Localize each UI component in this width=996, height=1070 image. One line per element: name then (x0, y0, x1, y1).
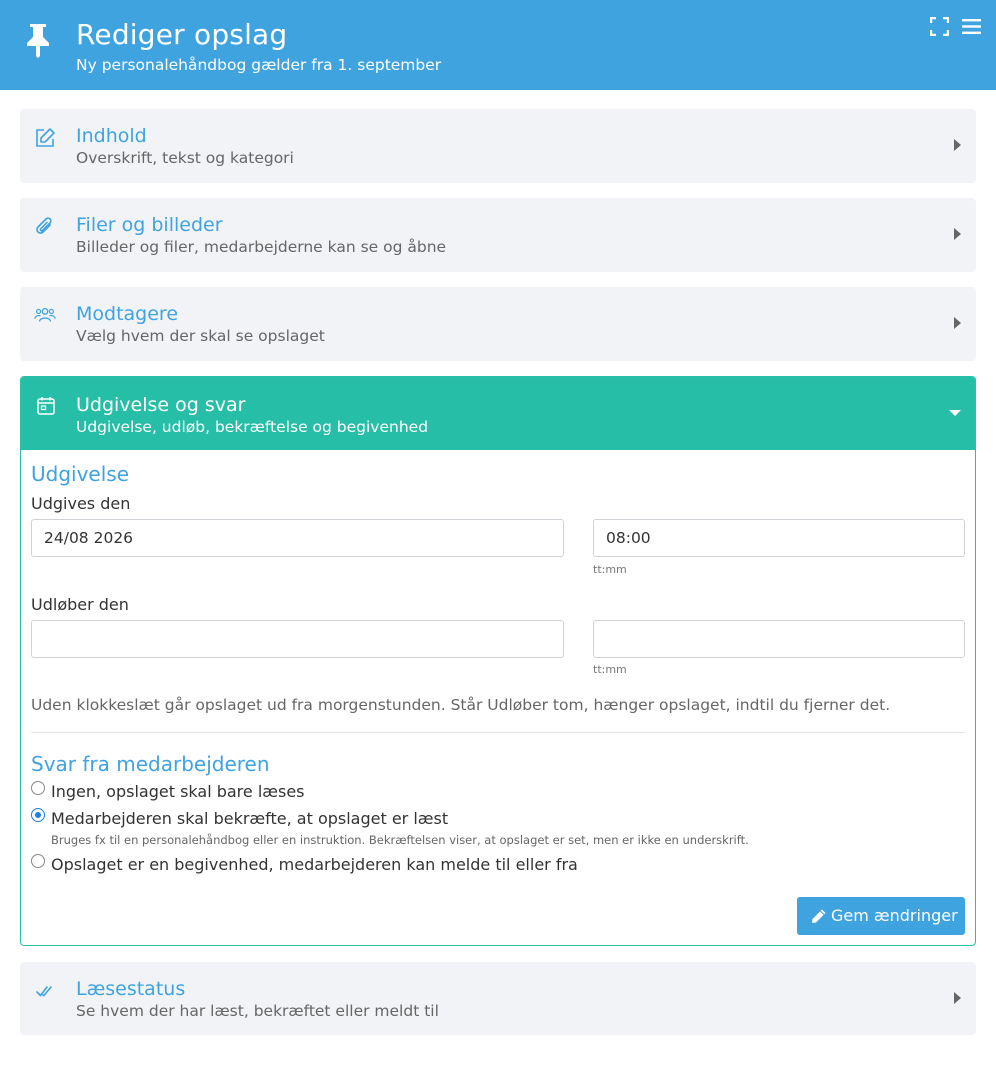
publish-date-input[interactable]: 24/08 2026 (31, 519, 564, 557)
expire-time-input[interactable] (593, 620, 965, 658)
expire-date-input[interactable] (31, 620, 564, 658)
expand-icon[interactable] (930, 17, 949, 36)
section-subtitle: Vælg hvem der skal se opslaget (76, 327, 325, 345)
section-title: Indhold (76, 125, 147, 147)
caret-down-icon (949, 410, 961, 416)
section-readstatus[interactable]: Læsestatus Se hvem der har læst, bekræft… (20, 962, 976, 1035)
radio-confirm[interactable] (31, 808, 45, 822)
publish-note: Uden klokkeslæt går opslaget ud fra morg… (31, 696, 891, 714)
paperclip-icon (36, 217, 52, 234)
save-button[interactable]: Gem ændringer (797, 897, 965, 935)
users-icon (34, 308, 56, 322)
radio-confirm-label[interactable]: Medarbejderen skal bekræfte, at opslaget… (51, 809, 448, 828)
caret-right-icon (954, 228, 961, 240)
pencil-icon (812, 909, 826, 923)
publish-time-hint: tt:mm (593, 563, 627, 576)
divider (31, 732, 965, 733)
radio-none[interactable] (31, 781, 45, 795)
calendar-icon (37, 397, 55, 415)
radio-confirm-help: Bruges fx til en personalehåndbog eller … (51, 833, 749, 847)
section-title: Udgivelse og svar (76, 394, 246, 416)
double-check-icon (36, 986, 52, 997)
section-title: Filer og billeder (76, 214, 223, 236)
response-heading: Svar fra medarbejderen (31, 752, 270, 776)
pencil-square-icon (36, 128, 55, 147)
expire-time-hint: tt:mm (593, 663, 627, 676)
caret-right-icon (954, 139, 961, 151)
section-title: Modtagere (76, 303, 179, 325)
section-content[interactable]: Indhold Overskrift, tekst og kategori (20, 109, 976, 183)
section-recipients[interactable]: Modtagere Vælg hvem der skal se opslaget (20, 287, 976, 361)
caret-right-icon (954, 317, 961, 329)
section-publish-header[interactable]: Udgivelse og svar Udgivelse, udløb, bekr… (21, 377, 975, 450)
radio-event-label[interactable]: Opslaget er en begivenhed, medarbejderen… (51, 855, 578, 874)
publish-time-input[interactable]: 08:00 (593, 519, 965, 557)
section-title: Læsestatus (76, 978, 186, 1000)
expire-date-label: Udløber den (31, 595, 129, 614)
pushpin-icon (27, 24, 49, 58)
radio-event[interactable] (31, 854, 45, 868)
section-files[interactable]: Filer og billeder Billeder og filer, med… (20, 198, 976, 272)
section-publish: Udgivelse og svar Udgivelse, udløb, bekr… (20, 376, 976, 946)
save-button-label: Gem ændringer (831, 906, 958, 925)
app-header: Rediger opslag Ny personalehåndbog gælde… (0, 0, 996, 90)
section-subtitle: Se hvem der har læst, bekræftet eller me… (76, 1002, 439, 1020)
page-subtitle: Ny personalehåndbog gælder fra 1. septem… (76, 56, 442, 74)
publish-heading: Udgivelse (31, 462, 130, 486)
radio-none-label[interactable]: Ingen, opslaget skal bare læses (51, 782, 305, 801)
section-subtitle: Overskrift, tekst og kategori (76, 149, 294, 167)
caret-right-icon (954, 992, 961, 1004)
publish-date-label: Udgives den (31, 494, 131, 513)
menu-icon[interactable] (962, 18, 981, 35)
section-subtitle: Udgivelse, udløb, bekræftelse og begiven… (76, 418, 429, 436)
page-title: Rediger opslag (76, 18, 288, 51)
section-subtitle: Billeder og filer, medarbejderne kan se … (76, 238, 447, 256)
